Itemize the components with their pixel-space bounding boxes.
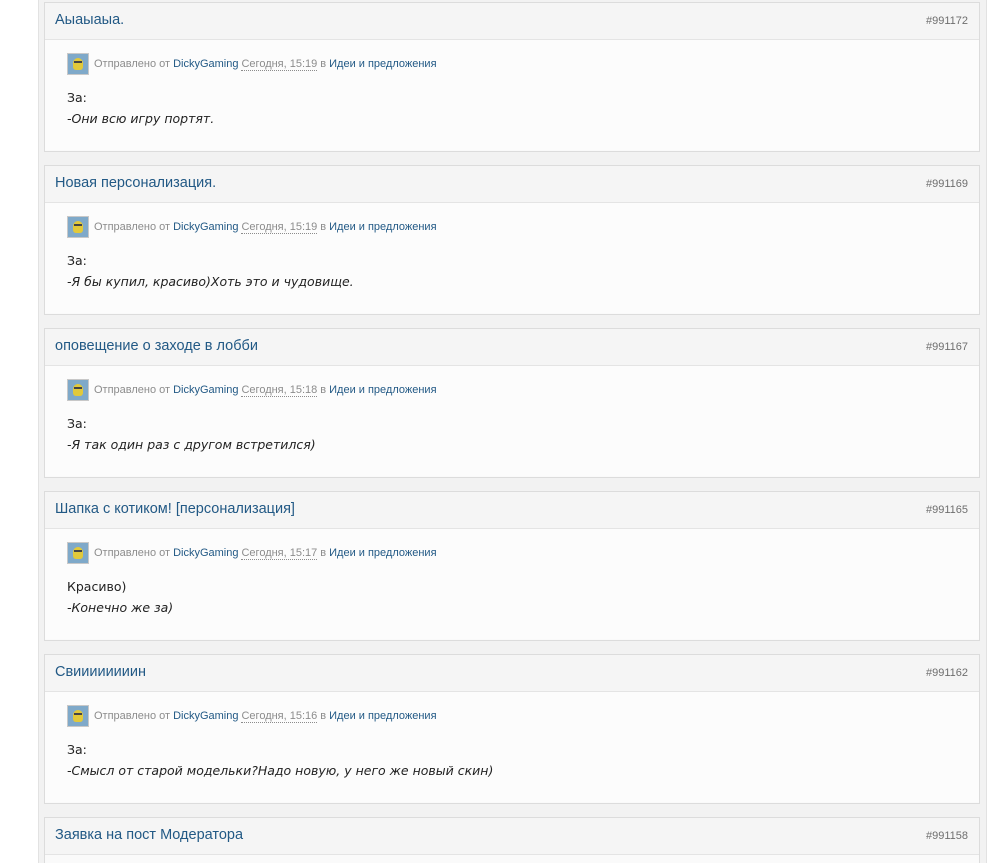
post-id-link[interactable]: #991167	[926, 341, 968, 353]
right-gutter	[987, 0, 1005, 863]
post-content: За: -Они всю игру портят.	[67, 87, 214, 129]
sent-by-label: Отправлено от	[94, 710, 171, 722]
post-time: Сегодня, 15:19	[241, 57, 318, 71]
post-content: За: -Я бы купил, красиво)Хоть это и чудо…	[67, 250, 354, 292]
post-content: Красиво) -Конечно же за)	[67, 576, 173, 618]
forum-link[interactable]: Идеи и предложения	[329, 58, 436, 70]
sent-by-label: Отправлено от	[94, 221, 171, 233]
post-body: Отправлено от DickyGaming Сегодня, 15:17…	[45, 529, 979, 639]
post-title-link[interactable]: Заявка на пост Модератора	[55, 827, 243, 843]
author-link[interactable]: DickyGaming	[173, 58, 238, 70]
post-card: Новая персонализация. #991169 Отправлено…	[44, 165, 980, 315]
post-card: Свиииииииин #991162 Отправлено от DickyG…	[44, 654, 980, 804]
post-header: Шапка с котиком! [персонализация] #99116…	[45, 492, 979, 529]
post-meta: Отправлено от DickyGaming Сегодня, 15:18…	[67, 378, 437, 402]
post-meta: Отправлено от DickyGaming Сегодня, 15:17…	[67, 541, 437, 565]
in-label: в	[320, 221, 327, 233]
forum-link[interactable]: Идеи и предложения	[329, 547, 436, 559]
post-header: Аыаыаыа. #991172	[45, 3, 979, 40]
post-header: Новая персонализация. #991169	[45, 166, 979, 203]
post-header: Заявка на пост Модератора #991158	[45, 818, 979, 855]
post-text-line: За:	[67, 742, 87, 757]
forum-link[interactable]: Идеи и предложения	[329, 221, 436, 233]
post-body: Отправлено от DickyGaming Сегодня, 15:18…	[45, 366, 979, 476]
post-title-link[interactable]: оповещение о заходе в лобби	[55, 338, 258, 354]
post-title-link[interactable]: Свиииииииин	[55, 664, 146, 680]
in-label: в	[320, 58, 327, 70]
avatar[interactable]	[67, 542, 89, 564]
post-card: Шапка с котиком! [персонализация] #99116…	[44, 491, 980, 641]
author-link[interactable]: DickyGaming	[173, 221, 238, 233]
post-meta: Отправлено от DickyGaming Сегодня, 15:19…	[67, 52, 437, 76]
post-card: Аыаыаыа. #991172 Отправлено от DickyGami…	[44, 2, 980, 152]
left-gutter	[0, 0, 38, 863]
page: Аыаыаыа. #991172 Отправлено от DickyGami…	[0, 0, 1005, 863]
in-label: в	[320, 384, 327, 396]
post-header: Свиииииииин #991162	[45, 655, 979, 692]
post-card: Заявка на пост Модератора #991158	[44, 817, 980, 863]
in-label: в	[320, 547, 327, 559]
post-body: Отправлено от DickyGaming Сегодня, 15:19…	[45, 203, 979, 313]
post-id-link[interactable]: #991165	[926, 504, 968, 516]
post-content: За: -Смысл от старой модельки?Надо новую…	[67, 739, 493, 781]
post-time: Сегодня, 15:16	[241, 709, 318, 723]
post-time: Сегодня, 15:17	[241, 546, 318, 560]
post-text-italic: -Я так один раз с другом встретился)	[67, 437, 316, 452]
in-label: в	[320, 710, 327, 722]
post-content: За: -Я так один раз с другом встретился)	[67, 413, 316, 455]
post-text-line: За:	[67, 416, 87, 431]
post-title-link[interactable]: Новая персонализация.	[55, 175, 216, 191]
post-meta: Отправлено от DickyGaming Сегодня, 15:19…	[67, 215, 437, 239]
post-title-link[interactable]: Шапка с котиком! [персонализация]	[55, 501, 295, 517]
post-text-line: Красиво)	[67, 579, 127, 594]
post-text-italic: -Они всю игру портят.	[67, 111, 215, 126]
post-card: оповещение о заходе в лобби #991167 Отпр…	[44, 328, 980, 478]
avatar[interactable]	[67, 705, 89, 727]
author-link[interactable]: DickyGaming	[173, 384, 238, 396]
author-link[interactable]: DickyGaming	[173, 710, 238, 722]
sent-by-label: Отправлено от	[94, 384, 171, 396]
post-header: оповещение о заходе в лобби #991167	[45, 329, 979, 366]
post-id-link[interactable]: #991158	[926, 830, 968, 842]
author-link[interactable]: DickyGaming	[173, 547, 238, 559]
post-id-link[interactable]: #991172	[926, 15, 968, 27]
post-id-link[interactable]: #991162	[926, 667, 968, 679]
sent-by-label: Отправлено от	[94, 547, 171, 559]
avatar[interactable]	[67, 379, 89, 401]
post-text-italic: -Конечно же за)	[67, 600, 174, 615]
post-meta: Отправлено от DickyGaming Сегодня, 15:16…	[67, 704, 437, 728]
post-text-line: За:	[67, 253, 87, 268]
post-text-line: За:	[67, 90, 87, 105]
forum-link[interactable]: Идеи и предложения	[329, 710, 436, 722]
post-body: Отправлено от DickyGaming Сегодня, 15:19…	[45, 40, 979, 150]
avatar[interactable]	[67, 216, 89, 238]
post-id-link[interactable]: #991169	[926, 178, 968, 190]
post-text-italic: -Я бы купил, красиво)Хоть это и чудовище…	[67, 274, 354, 289]
forum-link[interactable]: Идеи и предложения	[329, 384, 436, 396]
avatar[interactable]	[67, 53, 89, 75]
post-text-italic: -Смысл от старой модельки?Надо новую, у …	[67, 763, 494, 778]
sent-by-label: Отправлено от	[94, 58, 171, 70]
post-body: Отправлено от DickyGaming Сегодня, 15:16…	[45, 692, 979, 802]
post-time: Сегодня, 15:19	[241, 220, 318, 234]
post-title-link[interactable]: Аыаыаыа.	[55, 12, 124, 28]
post-time: Сегодня, 15:18	[241, 383, 318, 397]
